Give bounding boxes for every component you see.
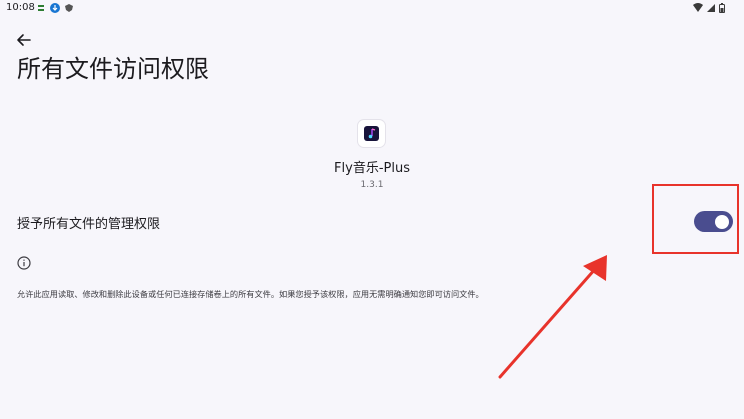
wifi-icon <box>693 3 703 12</box>
setting-label[interactable]: 授予所有文件的管理权限 <box>17 213 160 232</box>
download-icon <box>50 3 60 13</box>
status-bar: 10:08 <box>0 0 744 18</box>
app-name: Fly音乐-Plus <box>334 161 410 176</box>
signal-icon <box>707 4 715 12</box>
annotation-highlight-box <box>652 184 739 254</box>
page-title: 所有文件访问权限 <box>17 55 209 83</box>
app-icon <box>358 120 385 147</box>
music-note-icon <box>368 128 376 139</box>
shield-icon <box>65 4 73 12</box>
notification-icon <box>38 5 44 11</box>
status-time: 10:08 <box>6 2 35 13</box>
info-icon <box>17 256 31 270</box>
permission-description: 允许此应用读取、修改和删除此设备或任何已连接存储卷上的所有文件。如果您授予该权限… <box>17 289 484 299</box>
back-arrow-icon[interactable] <box>14 30 34 50</box>
battery-icon <box>719 3 725 13</box>
app-version: 1.3.1 <box>360 180 384 190</box>
